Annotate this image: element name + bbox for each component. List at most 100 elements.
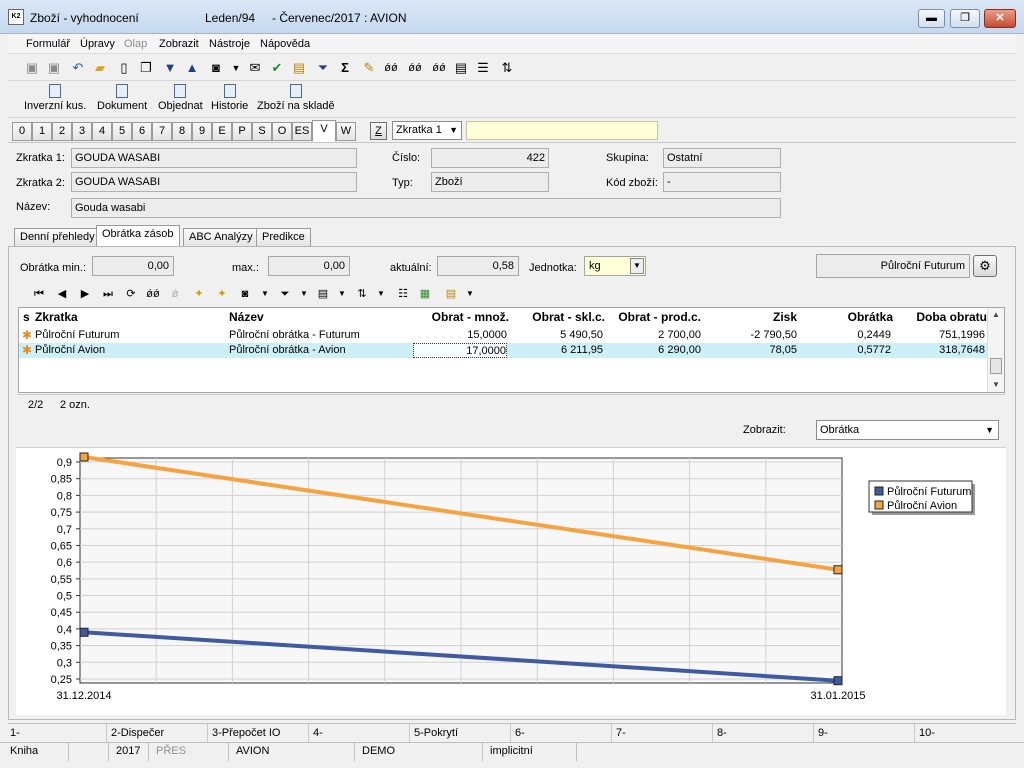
column-header-zisk[interactable]: Zisk (701, 308, 797, 326)
scroll-down-icon[interactable]: ▼ (988, 378, 1004, 392)
max-field[interactable]: 0,00 (268, 256, 350, 276)
column-header-nazev[interactable]: Název (229, 308, 413, 326)
excel-icon[interactable]: ▦ (418, 287, 432, 301)
save-icon[interactable]: ▣ (24, 60, 40, 76)
letter-tab-2[interactable]: 2 (52, 122, 72, 141)
letter-tab-p[interactable]: P (232, 122, 252, 141)
new-document-icon[interactable]: ▯ (116, 60, 132, 76)
letter-tab-9[interactable]: 9 (192, 122, 212, 141)
cell-obrat-mnoz[interactable]: 17,0000 (413, 343, 507, 358)
function-key-3[interactable]: 3-Přepočet IO (212, 727, 280, 739)
search-field-select[interactable]: Zkratka 1 ▼ (392, 121, 462, 140)
zobrazit-select[interactable]: Obrátka ▼ (816, 420, 999, 440)
inverse-button[interactable]: Inverzní kus. (24, 84, 86, 112)
add-star-icon[interactable]: ✦ (192, 287, 206, 301)
letter-tab-5[interactable]: 5 (112, 122, 132, 141)
order-button[interactable]: Objednat (158, 84, 203, 112)
settings-gear-icon[interactable]: ⚙ (973, 255, 997, 277)
camera-icon[interactable]: ◙ (238, 287, 252, 301)
jednotka-select[interactable]: kg ▼ (584, 256, 646, 276)
sort-icon[interactable]: ⇅ (499, 60, 515, 76)
copy-icon[interactable]: ❐ (138, 60, 154, 76)
tab-predikce[interactable]: Predikce (256, 228, 311, 246)
check-icon[interactable]: ✔ (269, 60, 285, 76)
letter-tab-3[interactable]: 3 (72, 122, 92, 141)
menu-olap[interactable]: Olap (124, 38, 147, 50)
letter-tab-es[interactable]: ES (292, 122, 312, 141)
function-key-10[interactable]: 10- (919, 727, 935, 739)
chevron-down-icon[interactable]: ▼ (335, 287, 349, 301)
column-header-obrat-prodc[interactable]: Obrat - prod.c. (605, 308, 701, 326)
letter-tab-w[interactable]: W (336, 122, 356, 141)
menu-upravy[interactable]: Úpravy (80, 38, 115, 50)
function-key-5[interactable]: 5-Pokrytí (414, 727, 458, 739)
last-record-icon[interactable]: ⏭ (101, 287, 115, 301)
menu-zobrazit[interactable]: Zobrazit (159, 38, 199, 50)
filter-icon[interactable]: ⏷ (278, 287, 292, 301)
column-header-obrat-sklc[interactable]: Obrat - skl.c. (509, 308, 605, 326)
z-button[interactable]: Z (370, 122, 387, 140)
close-button[interactable]: ✕ (984, 9, 1016, 28)
find-next-disabled-icon[interactable]: ǿ (168, 287, 182, 301)
grid-scrollbar[interactable]: ▲ ▼ (987, 308, 1004, 392)
find-icon[interactable]: ǿǿ (146, 287, 160, 301)
restore-button[interactable]: ❐ (950, 9, 980, 28)
move-up-icon[interactable]: ▲ (184, 60, 200, 76)
binoculars-icon[interactable]: ǿǿ (383, 60, 399, 76)
open-folder-icon[interactable]: ▰ (92, 60, 108, 76)
function-key-6[interactable]: 6- (515, 727, 525, 739)
letter-tab-e[interactable]: E (212, 122, 232, 141)
letter-tab-1[interactable]: 1 (32, 122, 52, 141)
column-header-obratka[interactable]: Obrátka (797, 308, 893, 326)
save-as-icon[interactable]: ▣ (46, 60, 62, 76)
letter-tab-v[interactable]: V (312, 120, 336, 142)
camera-icon[interactable]: ◙ (208, 60, 224, 76)
menu-napoveda[interactable]: Nápověda (260, 38, 310, 50)
tab-obratka-zasob[interactable]: Obrátka zásob (96, 225, 180, 247)
sort-az-icon[interactable]: ⇅ (355, 287, 369, 301)
find-next-icon[interactable]: ǿǿ (407, 60, 423, 76)
minimize-button[interactable]: ▬ (918, 9, 945, 28)
column-header-doba-obratu[interactable]: Doba obratu (893, 308, 987, 326)
scroll-thumb[interactable] (990, 358, 1002, 374)
scroll-up-icon[interactable]: ▲ (988, 308, 1004, 322)
first-record-icon[interactable]: ⏮ (32, 287, 46, 301)
report-icon[interactable]: ▤ (444, 287, 458, 301)
letter-tab-4[interactable]: 4 (92, 122, 112, 141)
document-button[interactable]: Dokument (97, 84, 147, 112)
stock-button[interactable]: Zboží na skladě (257, 84, 335, 112)
function-key-2[interactable]: 2-Dispečer (111, 727, 164, 739)
letter-tab-s[interactable]: S (252, 122, 272, 141)
menu-formular[interactable]: Formulář (26, 38, 70, 50)
letter-tab-0[interactable]: 0 (12, 122, 32, 141)
function-key-1[interactable]: 1- (10, 727, 20, 739)
letter-tab-o[interactable]: O (272, 122, 292, 141)
table-row-selected[interactable]: ✱ Půlroční Avion Půlroční obrátka - Avio… (19, 343, 987, 358)
tab-abc-analyzy[interactable]: ABC Analýzy (183, 228, 259, 246)
obratka-min-field[interactable]: 0,00 (92, 256, 174, 276)
mail-icon[interactable]: ✉ (247, 60, 263, 76)
undo-icon[interactable]: ↶ (70, 60, 86, 76)
tab-denni-prehledy[interactable]: Denní přehledy (14, 228, 101, 246)
column-header-zkratka[interactable]: Zkratka (35, 308, 225, 326)
next-record-icon[interactable]: ▶ (78, 287, 92, 301)
function-key-9[interactable]: 9- (818, 727, 828, 739)
columns-icon[interactable]: ☷ (396, 287, 410, 301)
move-down-icon[interactable]: ▼ (162, 60, 178, 76)
prev-record-icon[interactable]: ◀ (55, 287, 69, 301)
export-icon[interactable]: ▤ (316, 287, 330, 301)
mark-star-icon[interactable]: ✦ (215, 287, 229, 301)
letter-tab-6[interactable]: 6 (132, 122, 152, 141)
function-key-4[interactable]: 4- (313, 727, 323, 739)
column-header-s[interactable]: s (23, 308, 35, 326)
book-icon[interactable]: ▤ (291, 60, 307, 76)
chevron-down-icon[interactable]: ▼ (463, 287, 477, 301)
chevron-down-icon[interactable]: ▼ (297, 287, 311, 301)
function-key-7[interactable]: 7- (616, 727, 626, 739)
filter-icon[interactable]: ⏷ (315, 60, 331, 76)
sum-icon[interactable]: Σ (337, 60, 353, 76)
column-header-obrat-mnoz[interactable]: Obrat - množ. (413, 308, 509, 326)
table-row[interactable]: ✱ Půlroční Futurum Půlroční obrátka - Fu… (19, 328, 987, 343)
lines-icon[interactable]: ☰ (475, 60, 491, 76)
letter-tab-7[interactable]: 7 (152, 122, 172, 141)
